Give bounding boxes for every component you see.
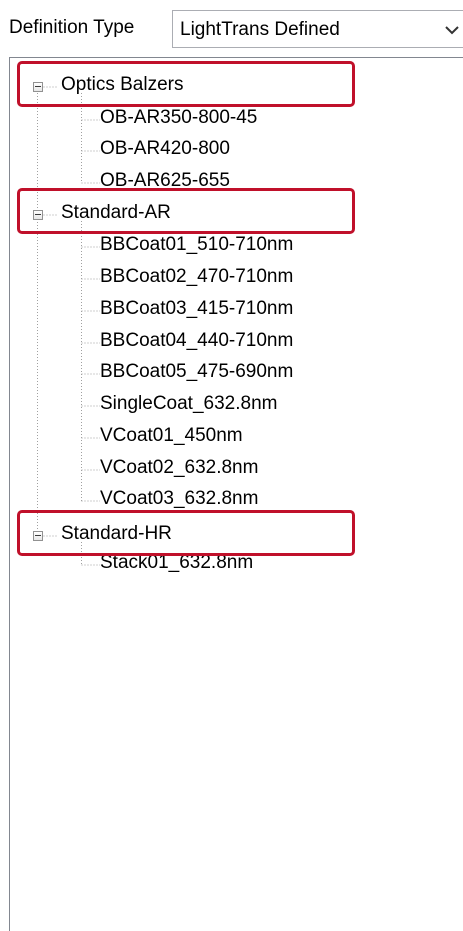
tree-leaf[interactable]: BBCoat05_475-690nm <box>100 360 293 384</box>
highlight-box-standard-hr <box>17 510 355 556</box>
tree-leaf[interactable]: VCoat02_632.8nm <box>100 456 258 480</box>
highlight-box-optics-balzers <box>17 61 355 107</box>
highlight-box-standard-ar <box>17 188 355 234</box>
tree-leaf[interactable]: OB-AR420-800 <box>100 137 230 161</box>
tree-leaf[interactable]: SingleCoat_632.8nm <box>100 392 277 416</box>
definition-type-value: LightTrans Defined <box>180 19 340 40</box>
tree-leaf[interactable]: VCoat03_632.8nm <box>100 487 258 511</box>
definition-type-label: Definition Type <box>9 17 135 38</box>
tree-leaf[interactable]: VCoat01_450nm <box>100 424 243 448</box>
tree-leaf[interactable]: BBCoat03_415-710nm <box>100 297 293 321</box>
coating-tree[interactable]: Optics Balzers OB-AR350-800-45 OB-AR420-… <box>9 57 463 931</box>
coating-catalog-panel: Definition Type LightTrans Defined Optic… <box>0 0 463 931</box>
definition-type-dropdown[interactable]: LightTrans Defined <box>172 10 463 48</box>
chevron-down-icon[interactable] <box>445 25 459 35</box>
tree-leaf[interactable]: OB-AR350-800-45 <box>100 106 257 130</box>
tree-leaf[interactable]: BBCoat01_510-710nm <box>100 233 293 257</box>
tree-leaf[interactable]: BBCoat02_470-710nm <box>100 265 293 289</box>
tree-leaf[interactable]: BBCoat04_440-710nm <box>100 329 293 353</box>
